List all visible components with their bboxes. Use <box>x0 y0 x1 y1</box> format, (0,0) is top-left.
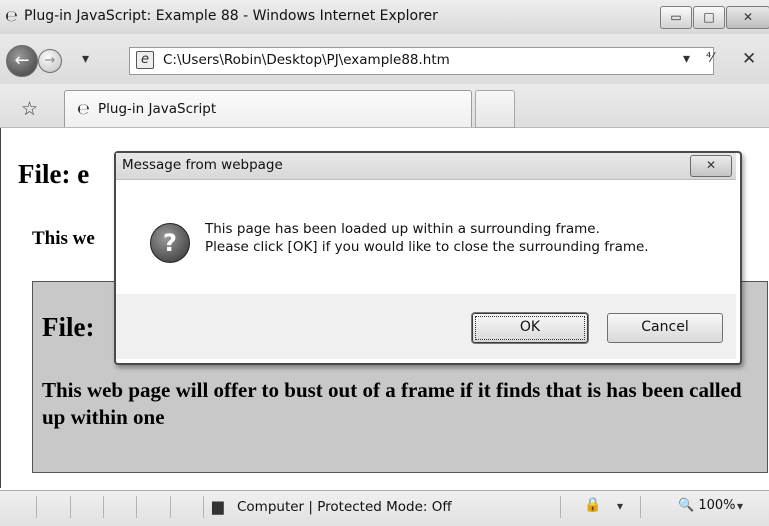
security-dropdown-icon[interactable]: ▾ <box>617 499 623 513</box>
stop-icon[interactable]: ✕ <box>742 49 756 69</box>
zoom-level[interactable]: 🔍 100% <box>678 498 735 513</box>
security-lock-icon[interactable]: 🔒 <box>584 497 601 513</box>
status-divider <box>640 496 641 518</box>
status-divider <box>103 496 104 518</box>
status-divider <box>36 496 37 518</box>
tab-label[interactable]: Plug-in JavaScript <box>98 101 216 117</box>
security-zone-text[interactable]: Computer | Protected Mode: Off <box>237 499 452 515</box>
dialog-message-line2: Please click [OK] if you would like to c… <box>205 239 649 255</box>
frame-description: This web page will offer to bust out of … <box>42 378 742 429</box>
page-description: This we <box>32 228 95 249</box>
page-heading: File: e <box>18 159 90 189</box>
question-icon: ? <box>150 223 190 263</box>
status-divider <box>560 496 561 518</box>
forward-button[interactable]: → <box>38 49 62 73</box>
status-divider <box>70 496 71 518</box>
ie-logo-icon: ℮ <box>5 7 18 25</box>
dialog-close-button[interactable]: ✕ <box>690 155 732 177</box>
ok-button[interactable]: OK <box>472 313 588 343</box>
zoom-dropdown-icon[interactable]: ▾ <box>737 499 743 513</box>
maximize-button[interactable]: □ <box>693 6 725 29</box>
window-title: Plug-in JavaScript: Example 88 - Windows… <box>24 8 438 24</box>
address-text[interactable]: C:\Users\Robin\Desktop\PJ\example88.htm <box>163 52 450 68</box>
frame-heading: File: <box>42 312 95 342</box>
dialog-message: This page has been loaded up within a su… <box>205 220 649 256</box>
computer-icon: ▆ <box>212 497 224 515</box>
status-divider <box>170 496 171 518</box>
dialog-title: Message from webpage <box>122 157 283 173</box>
recent-pages-dropdown[interactable]: ▾ <box>82 51 89 67</box>
status-divider <box>136 496 137 518</box>
cancel-button[interactable]: Cancel <box>607 313 723 343</box>
tab-ie-icon: ℮ <box>77 100 90 118</box>
favorites-star-icon[interactable]: ☆ <box>21 98 38 120</box>
close-window-button[interactable]: ✕ <box>726 6 769 29</box>
dialog-message-line1: This page has been loaded up within a su… <box>205 221 600 237</box>
status-divider <box>203 496 204 518</box>
address-dropdown-icon[interactable]: ▾ <box>683 51 690 67</box>
refresh-icon[interactable]: ⁴⁄ <box>706 51 713 66</box>
new-tab-button[interactable] <box>475 90 515 128</box>
minimize-button[interactable]: ▭ <box>660 6 692 29</box>
page-icon: e <box>136 51 154 69</box>
back-button[interactable]: ← <box>6 45 38 77</box>
